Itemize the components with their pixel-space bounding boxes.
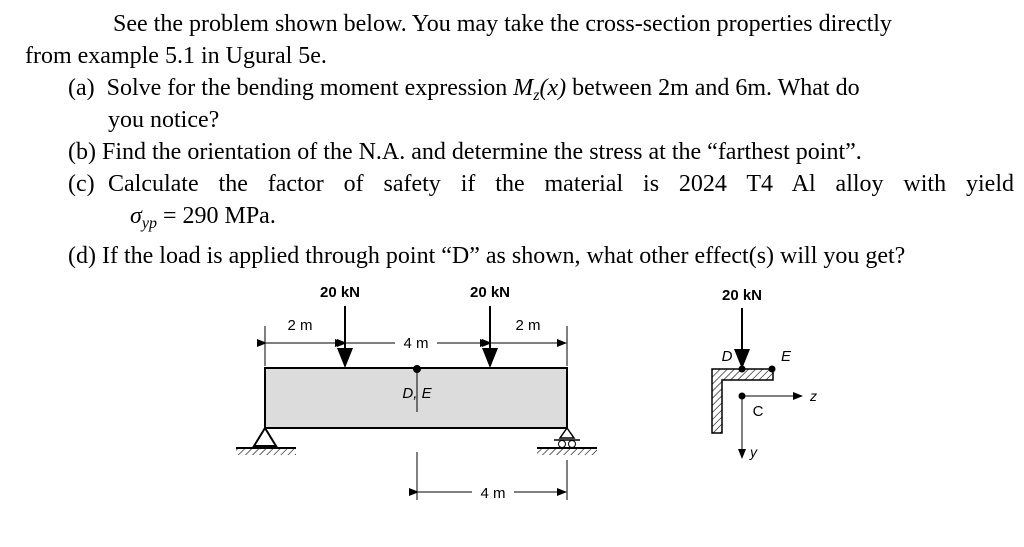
dim-left-label: 2 m bbox=[287, 317, 312, 334]
load-left-label: 20 kN bbox=[320, 284, 360, 301]
pin-support bbox=[236, 426, 296, 455]
axis-z-label: z bbox=[809, 388, 817, 404]
point-e: E bbox=[781, 348, 792, 365]
centroid-label: C bbox=[753, 403, 764, 420]
beam-diagram: 20 kN 20 kN 2 m 4 m 2 m D, E 4 m bbox=[236, 284, 597, 502]
problem-figure: 20 kN 20 kN 2 m 4 m 2 m D, E 4 m 20 kN D… bbox=[236, 284, 817, 502]
dim-bottom-label: 4 m bbox=[480, 485, 505, 502]
point-de-label: D, E bbox=[402, 385, 432, 402]
dim-right-label: 2 m bbox=[515, 317, 540, 334]
point-d: D bbox=[722, 348, 733, 365]
dim-middle-label: 4 m bbox=[403, 335, 428, 352]
cross-section-diagram: 20 kN D E C z y bbox=[711, 287, 817, 460]
roller-support bbox=[537, 426, 597, 455]
load-right-label: 20 kN bbox=[470, 284, 510, 301]
section-load-label: 20 kN bbox=[722, 287, 762, 304]
axis-y-label: y bbox=[749, 444, 758, 460]
